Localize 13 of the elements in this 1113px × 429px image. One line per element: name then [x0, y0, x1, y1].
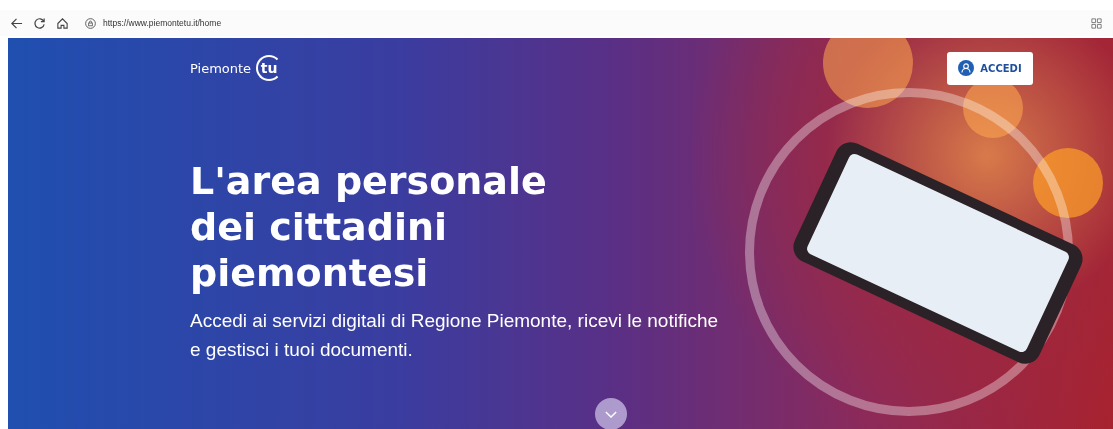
grid-icon[interactable] — [1090, 16, 1103, 30]
reload-icon[interactable] — [33, 16, 46, 30]
login-button[interactable]: ACCEDI — [947, 51, 1033, 85]
url-text: https://www.piemontetu.it/home — [103, 18, 222, 28]
chevron-down-icon — [605, 410, 617, 418]
scroll-down-button[interactable] — [595, 398, 627, 429]
hero-subtitle: Accedi ai servizi digitali di Regione Piemonte, ricevi le notifiche e gestisci i tuoi documenti. — [190, 309, 720, 362]
lock-icon — [85, 17, 96, 29]
home-icon[interactable] — [56, 16, 69, 30]
back-icon[interactable] — [10, 16, 23, 30]
hero-title: L'area personale dei cittadini piemontesi — [190, 158, 548, 296]
logo-text: Piemonte — [190, 60, 252, 76]
user-icon — [958, 60, 975, 76]
